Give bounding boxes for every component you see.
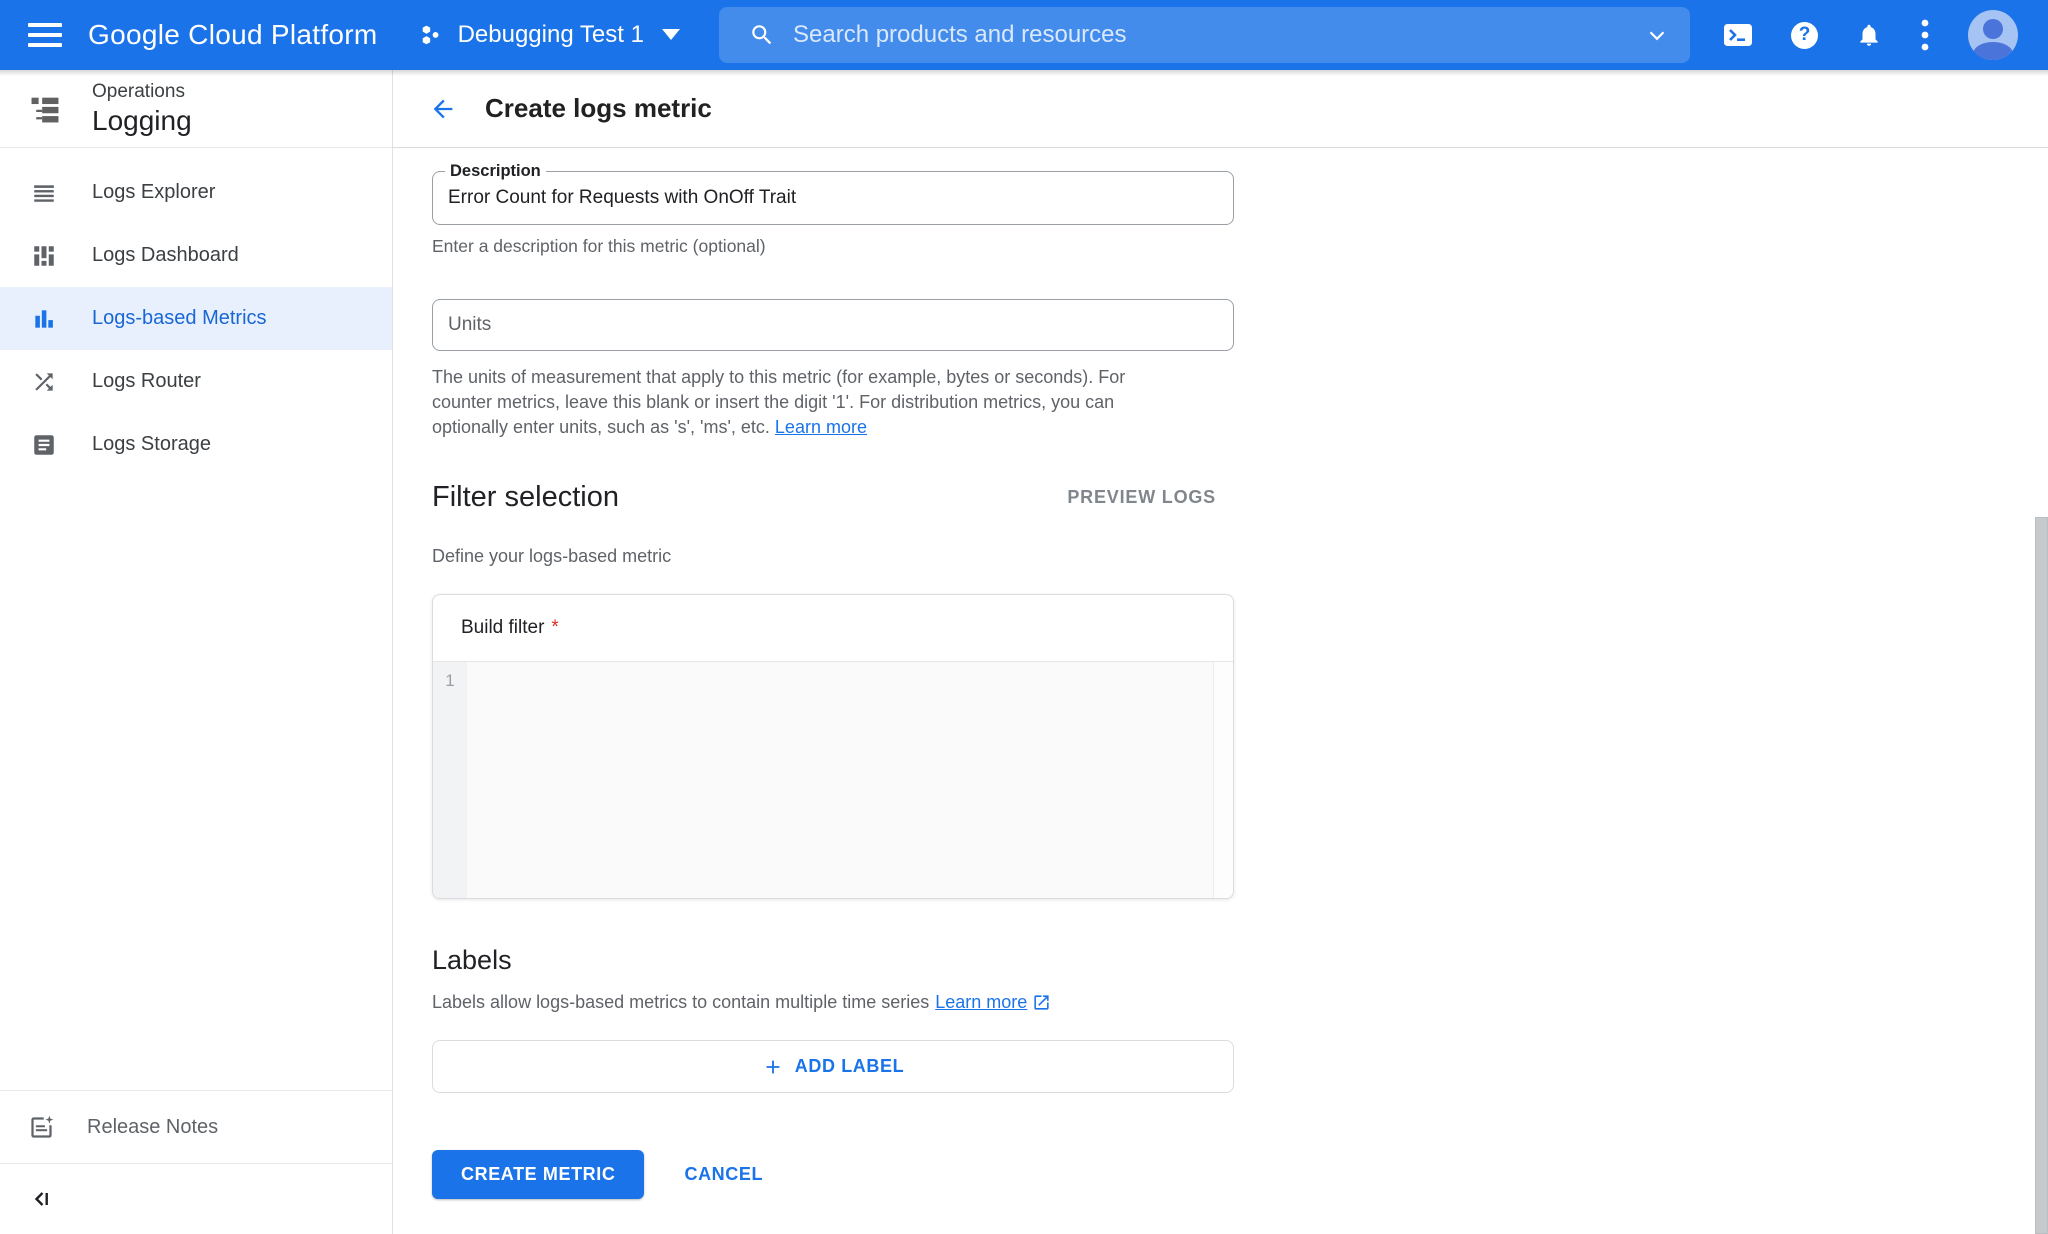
logging-product-icon <box>28 92 62 126</box>
search-icon <box>749 22 775 48</box>
back-arrow-icon[interactable] <box>429 95 457 123</box>
filter-selection-header-row: Filter selection PREVIEW LOGS <box>432 481 1234 514</box>
metric-form: Description Enter a description for this… <box>432 148 1234 1229</box>
preview-logs-button[interactable]: PREVIEW LOGS <box>1067 487 1216 508</box>
cloud-shell-icon[interactable] <box>1723 23 1753 47</box>
logs-explorer-icon <box>30 180 58 206</box>
sidebar-section-label: Operations <box>92 81 192 103</box>
labels-heading: Labels <box>432 945 1234 976</box>
cancel-button[interactable]: CANCEL <box>684 1164 763 1185</box>
filter-subtitle: Define your logs-based metric <box>432 546 1234 567</box>
sidebar-title: Logging <box>92 105 192 137</box>
sidebar-collapse-button[interactable] <box>0 1163 392 1234</box>
page-title: Create logs metric <box>485 93 712 124</box>
units-input[interactable] <box>433 300 1233 350</box>
collapse-panel-icon <box>30 1187 54 1211</box>
sidebar-header: Operations Logging <box>0 70 392 148</box>
create-metric-button[interactable]: CREATE METRIC <box>432 1150 644 1199</box>
app-bar: Google Cloud Platform Debugging Test 1 <box>0 0 2048 70</box>
main-content: Create logs metric Description Enter a d… <box>393 70 2048 1234</box>
search-chevron-down-icon[interactable] <box>1644 22 1670 48</box>
sidebar-item-logs-router[interactable]: Logs Router <box>0 350 392 413</box>
units-field <box>432 299 1234 351</box>
page-scrollbar-thumb[interactable] <box>2035 517 2048 1234</box>
app-bar-actions: ? <box>1723 0 2018 70</box>
editor-text-area[interactable] <box>467 662 1213 898</box>
units-learn-more-link[interactable]: Learn more <box>775 417 867 437</box>
page-header: Create logs metric <box>393 70 2048 148</box>
user-avatar[interactable] <box>1968 10 2018 60</box>
build-filter-label: Build filter <box>461 617 544 639</box>
project-selector[interactable]: Debugging Test 1 <box>418 21 682 49</box>
search-input[interactable] <box>793 21 1644 49</box>
project-caret-down-icon <box>660 28 682 42</box>
build-filter-card: Build filter * 1 <box>432 594 1234 899</box>
editor-line-number-gutter: 1 <box>433 662 467 898</box>
sidebar-item-logs-storage[interactable]: Logs Storage <box>0 413 392 476</box>
sidebar-nav: Logs Explorer Logs Dashboard Logs-based … <box>0 161 392 476</box>
labels-learn-more-link[interactable]: Learn more <box>935 992 1051 1013</box>
description-field: Description <box>432 171 1234 225</box>
sidebar-item-logs-dashboard[interactable]: Logs Dashboard <box>0 224 392 287</box>
plus-icon <box>762 1056 784 1078</box>
notifications-bell-icon[interactable] <box>1856 22 1882 48</box>
logs-storage-icon <box>30 432 58 458</box>
sidebar-item-logs-explorer[interactable]: Logs Explorer <box>0 161 392 224</box>
logs-router-icon <box>30 369 58 395</box>
more-options-icon[interactable] <box>1920 18 1930 52</box>
filter-selection-heading: Filter selection <box>432 481 619 514</box>
project-name: Debugging Test 1 <box>458 21 644 49</box>
units-helper-text: The units of measurement that apply to t… <box>432 365 1177 440</box>
editor-scrollbar[interactable] <box>1213 662 1233 898</box>
sidebar-item-logs-based-metrics[interactable]: Logs-based Metrics <box>0 287 392 350</box>
help-icon[interactable]: ? <box>1791 22 1818 49</box>
external-link-icon <box>1032 993 1051 1012</box>
description-helper-text: Enter a description for this metric (opt… <box>432 236 1234 257</box>
global-search-bar[interactable] <box>719 7 1690 63</box>
required-asterisk: * <box>551 617 558 639</box>
form-actions: CREATE METRIC CANCEL <box>432 1150 1234 1229</box>
filter-code-editor: 1 <box>433 662 1233 898</box>
labels-description: Labels allow logs-based metrics to conta… <box>432 992 1234 1013</box>
page-scrollbar[interactable] <box>2035 70 2048 1234</box>
build-filter-header: Build filter * <box>433 595 1233 662</box>
hamburger-menu-icon[interactable] <box>26 16 64 54</box>
gcp-logo[interactable]: Google Cloud Platform <box>88 19 378 51</box>
sidebar: Operations Logging Logs Explorer Logs Da… <box>0 70 393 1234</box>
description-field-label: Description <box>445 162 546 181</box>
logs-dashboard-icon <box>30 243 58 269</box>
description-input[interactable] <box>433 172 1233 224</box>
add-label-button[interactable]: ADD LABEL <box>432 1040 1234 1093</box>
sidebar-item-release-notes[interactable]: Release Notes <box>0 1090 392 1163</box>
release-notes-icon <box>28 1114 55 1141</box>
logs-based-metrics-icon <box>30 306 58 332</box>
project-icon <box>418 22 445 49</box>
